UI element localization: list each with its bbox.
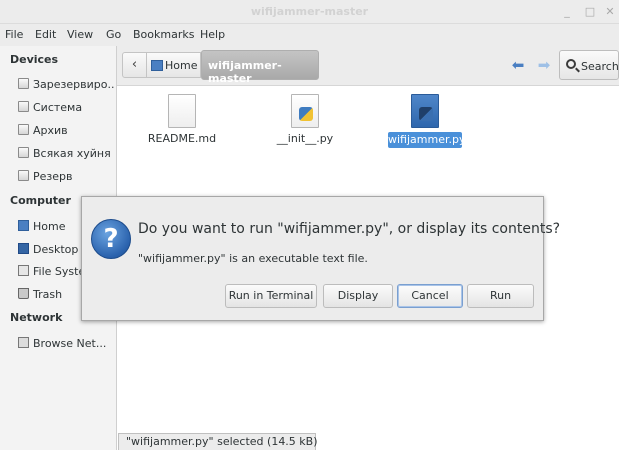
- sidebar-item-label: Desktop: [33, 243, 79, 256]
- breadcrumb-current-label: wifijammer-master: [208, 59, 282, 85]
- sidebar-item-device-3[interactable]: Архив: [18, 122, 114, 140]
- sidebar-item-label: Система: [33, 101, 83, 114]
- breadcrumb-home-label: Home: [165, 59, 198, 72]
- python-file-icon: [291, 94, 319, 128]
- sidebar-item-device-4[interactable]: Всякая хуйня: [18, 145, 114, 163]
- menu-bar: File Edit View Go Bookmarks Help: [0, 24, 619, 46]
- sidebar-header-devices: Devices: [10, 53, 59, 66]
- sidebar-item-label: Резерв: [33, 170, 73, 183]
- sidebar-item-label: Browse Net...: [33, 337, 107, 350]
- menu-edit[interactable]: Edit: [35, 28, 56, 41]
- path-back-button[interactable]: ‹: [122, 52, 147, 78]
- minimize-icon[interactable]: _: [561, 6, 573, 18]
- file-name: wifijammer.py: [388, 132, 466, 148]
- python-executable-icon: [411, 94, 439, 128]
- display-button[interactable]: Display: [323, 284, 393, 308]
- forward-arrow-icon[interactable]: ➡: [535, 56, 553, 74]
- toolbar: ‹ Home wifijammer-master ⬅ ➡ Search: [117, 46, 619, 86]
- run-file-dialog: ? Do you want to run "wifijammer.py", or…: [81, 196, 560, 321]
- menu-view[interactable]: View: [67, 28, 93, 41]
- dialog-message: "wifijammer.py" is an executable text fi…: [138, 252, 368, 265]
- sidebar-item-label: Home: [33, 220, 66, 233]
- sidebar-item-label: Архив: [33, 124, 68, 137]
- sidebar-item-device-1[interactable]: Зарезервиро...: [18, 76, 114, 94]
- file-item[interactable]: __init__.py: [265, 94, 345, 154]
- sidebar-item-label: Зарезервиро...: [33, 78, 114, 91]
- python-logo-icon: [419, 107, 433, 121]
- drive-icon: [18, 170, 29, 181]
- file-name: README.md: [147, 132, 217, 145]
- title-bar: wifijammer-master _ □ ✕: [0, 0, 619, 24]
- drive-icon: [18, 147, 29, 158]
- home-icon: [151, 60, 163, 71]
- file-item[interactable]: README.md: [142, 94, 222, 154]
- sidebar-item-label: Всякая хуйня: [33, 147, 111, 160]
- breadcrumb-home[interactable]: Home: [146, 52, 201, 78]
- run-button[interactable]: Run: [467, 284, 534, 308]
- window-title: wifijammer-master: [250, 5, 369, 18]
- network-icon: [18, 337, 29, 348]
- run-in-terminal-button[interactable]: Run in Terminal: [225, 284, 317, 308]
- file-name: __init__.py: [276, 132, 334, 145]
- python-logo-icon: [299, 107, 313, 121]
- question-icon: ?: [91, 219, 131, 259]
- cancel-button[interactable]: Cancel: [397, 284, 463, 308]
- menu-bookmarks[interactable]: Bookmarks: [133, 28, 194, 41]
- menu-file[interactable]: File: [5, 28, 23, 41]
- text-file-icon: [168, 94, 196, 128]
- search-label: Search: [581, 60, 619, 73]
- menu-go[interactable]: Go: [106, 28, 121, 41]
- dialog-title: Do you want to run "wifijammer.py", or d…: [138, 221, 561, 237]
- search-icon: [566, 59, 576, 69]
- menu-help[interactable]: Help: [200, 28, 225, 41]
- file-system-icon: [18, 265, 29, 276]
- sidebar-item-browse-network[interactable]: Browse Net...: [18, 335, 114, 353]
- file-item-selected[interactable]: wifijammer.py: [385, 94, 465, 154]
- breadcrumb-current[interactable]: wifijammer-master: [201, 50, 319, 85]
- status-bar: "wifijammer.py" selected (14.5 kB): [118, 433, 318, 450]
- drive-icon: [18, 124, 29, 135]
- trash-icon: [18, 288, 29, 299]
- sidebar-item-device-2[interactable]: Система: [18, 99, 114, 117]
- desktop-icon: [18, 243, 29, 254]
- drive-icon: [18, 101, 29, 112]
- drive-icon: [18, 78, 29, 89]
- home-folder-icon: [18, 220, 29, 231]
- sidebar-item-label: Trash: [33, 288, 63, 301]
- sidebar-item-device-5[interactable]: Резерв: [18, 168, 114, 186]
- sidebar-header-network: Network: [10, 311, 63, 324]
- search-button[interactable]: Search: [559, 50, 619, 80]
- close-icon[interactable]: ✕: [604, 6, 616, 18]
- sidebar-header-computer: Computer: [10, 194, 71, 207]
- maximize-icon[interactable]: □: [584, 6, 596, 18]
- back-arrow-icon[interactable]: ⬅: [509, 56, 527, 74]
